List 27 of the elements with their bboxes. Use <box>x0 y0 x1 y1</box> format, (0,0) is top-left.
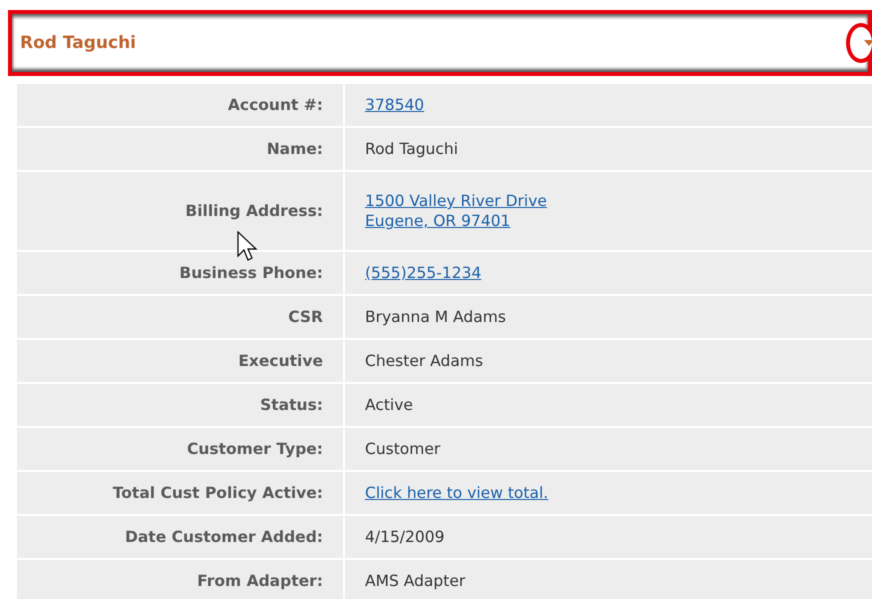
customer-name-title: Rod Taguchi <box>20 33 136 53</box>
field-value: Rod Taguchi <box>365 139 460 159</box>
value-link[interactable]: (555)255-1234 <box>365 263 852 283</box>
field-label: Business Phone: <box>17 252 343 294</box>
field-value: Active <box>365 395 414 415</box>
field-label: Customer Type: <box>17 428 343 470</box>
field-label: Executive <box>17 340 343 382</box>
field-label: Account #: <box>17 84 343 126</box>
field-value: AMS Adapter <box>365 571 466 591</box>
dropdown-button[interactable] <box>846 23 872 63</box>
field-label: Status: <box>17 384 343 426</box>
value-link[interactable]: Eugene, OR 97401 <box>365 211 852 231</box>
value-link[interactable]: 378540 <box>365 95 852 115</box>
mouse-pointer-icon <box>237 231 259 263</box>
field-label: From Adapter: <box>17 560 343 599</box>
value-link[interactable]: Click here to view total. <box>365 483 852 503</box>
field-label: Total Cust Policy Active: <box>17 472 343 514</box>
field-label: Date Customer Added: <box>17 516 343 558</box>
field-value: Bryanna M Adams <box>365 307 507 327</box>
field-label: CSR <box>17 296 343 338</box>
field-value: Customer <box>365 439 442 459</box>
field-value: Chester Adams <box>365 351 484 371</box>
field-label: Name: <box>17 128 343 170</box>
field-value: 4/15/2009 <box>365 527 446 547</box>
field-label: Billing Address: <box>17 172 343 250</box>
value-link[interactable]: 1500 Valley River Drive <box>365 191 852 211</box>
caret-icon <box>864 40 872 46</box>
